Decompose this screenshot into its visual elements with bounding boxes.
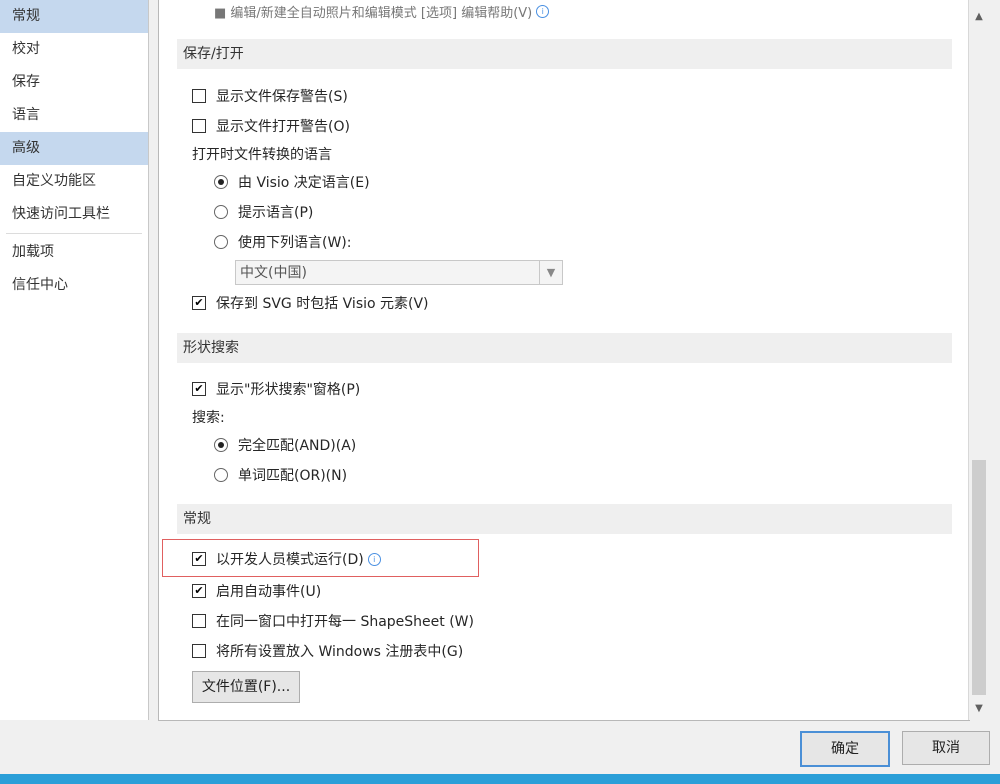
radio-use-language-label: 使用下列语言(W): — [238, 235, 352, 251]
radio-prompt-language-option[interactable]: 提示语言(P) — [214, 199, 313, 225]
auto-events-checkbox[interactable]: ✔ — [192, 584, 206, 598]
section-header-general: 常规 — [177, 504, 952, 534]
show-open-warning-option[interactable]: 显示文件打开警告(O) — [192, 113, 350, 139]
sidebar-item-customize-ribbon[interactable]: 自定义功能区 — [0, 165, 148, 198]
options-sidebar: 常规 校对 保存 语言 高级 自定义功能区 快速访问工具栏 加载项 信任中心 — [0, 0, 149, 720]
registry-label: 将所有设置放入 Windows 注册表中(G) — [216, 644, 464, 660]
registry-option[interactable]: 将所有设置放入 Windows 注册表中(G) — [192, 638, 463, 664]
show-open-warning-checkbox[interactable] — [192, 119, 206, 133]
file-conversion-language-label: 打开时文件转换的语言 — [192, 141, 332, 167]
shapesheet-window-label: 在同一窗口中打开每一 ShapeSheet (W) — [216, 614, 474, 630]
radio-match-all-option[interactable]: 完全匹配(AND)(A) — [214, 432, 356, 458]
scroll-down-icon[interactable]: ▼ — [969, 700, 989, 718]
show-save-warning-option[interactable]: 显示文件保存警告(S) — [192, 83, 348, 109]
file-conversion-language-text: 打开时文件转换的语言 — [192, 147, 332, 163]
info-icon: i — [536, 4, 550, 18]
show-search-pane-option[interactable]: ✔ 显示"形状搜索"窗格(P) — [192, 376, 360, 402]
info-icon: i — [367, 552, 381, 566]
partial-top-option: ■ 编辑/新建全自动照片和编辑模式 [选项] 编辑帮助(V) i — [214, 0, 550, 24]
radio-use-language[interactable] — [214, 235, 228, 249]
sidebar-item-save[interactable]: 保存 — [0, 66, 148, 99]
radio-prompt-language[interactable] — [214, 205, 228, 219]
search-mode-text: 搜索: — [192, 410, 225, 426]
developer-mode-option[interactable]: ✔ 以开发人员模式运行(D) i — [192, 546, 381, 572]
ok-button[interactable]: 确定 — [800, 731, 890, 767]
radio-match-any-option[interactable]: 单词匹配(OR)(N) — [214, 462, 347, 488]
sidebar-item-trust-center[interactable]: 信任中心 — [0, 269, 148, 302]
radio-match-any-label: 单词匹配(OR)(N) — [238, 468, 348, 484]
radio-visio-decides[interactable] — [214, 175, 228, 189]
auto-events-label: 启用自动事件(U) — [216, 584, 322, 600]
svg-include-option[interactable]: ✔ 保存到 SVG 时包括 Visio 元素(V) — [192, 290, 429, 316]
file-location-button[interactable]: 文件位置(F)... — [192, 671, 300, 703]
sidebar-item-addins[interactable]: 加载项 — [0, 236, 148, 269]
language-select[interactable]: 中文(中国) ▼ — [235, 260, 563, 285]
radio-visio-decides-option[interactable]: 由 Visio 决定语言(E) — [214, 169, 370, 195]
sidebar-item-quick-access-toolbar[interactable]: 快速访问工具栏 — [0, 198, 148, 231]
sidebar-item-advanced[interactable]: 高级 — [0, 132, 148, 165]
sidebar-divider — [6, 233, 142, 234]
scrollbar-thumb[interactable] — [972, 460, 986, 695]
partial-top-label: ■ 编辑/新建全自动照片和编辑模式 [选项] 编辑帮助(V) — [214, 5, 533, 21]
sidebar-item-proofing[interactable]: 校对 — [0, 33, 148, 66]
radio-match-any[interactable] — [214, 468, 228, 482]
svg-include-label: 保存到 SVG 时包括 Visio 元素(V) — [216, 296, 429, 312]
show-search-pane-label: 显示"形状搜索"窗格(P) — [216, 382, 361, 398]
taskbar-strip — [0, 774, 1000, 784]
show-save-warning-checkbox[interactable] — [192, 89, 206, 103]
show-save-warning-label: 显示文件保存警告(S) — [216, 89, 348, 105]
show-search-pane-checkbox[interactable]: ✔ — [192, 382, 206, 396]
scroll-up-icon[interactable]: ▲ — [969, 8, 989, 26]
show-open-warning-label: 显示文件打开警告(O) — [216, 119, 350, 135]
radio-prompt-language-label: 提示语言(P) — [238, 205, 314, 221]
language-select-value: 中文(中国) — [240, 265, 307, 281]
section-header-shape-search: 形状搜索 — [177, 333, 952, 363]
auto-events-option[interactable]: ✔ 启用自动事件(U) — [192, 578, 321, 604]
sidebar-item-language[interactable]: 语言 — [0, 99, 148, 132]
radio-match-all[interactable] — [214, 438, 228, 452]
sidebar-item-general[interactable]: 常规 — [0, 0, 148, 33]
radio-visio-decides-label: 由 Visio 决定语言(E) — [238, 175, 370, 191]
search-mode-label: 搜索: — [192, 404, 225, 430]
registry-checkbox[interactable] — [192, 644, 206, 658]
svg-include-checkbox[interactable]: ✔ — [192, 296, 206, 310]
advanced-options-panel: ■ 编辑/新建全自动照片和编辑模式 [选项] 编辑帮助(V) i 保存/打开 显… — [158, 0, 970, 721]
cancel-button[interactable]: 取消 — [902, 731, 990, 765]
shapesheet-window-option[interactable]: 在同一窗口中打开每一 ShapeSheet (W) — [192, 608, 474, 634]
section-header-save-open: 保存/打开 — [177, 39, 952, 69]
content-scrollbar[interactable]: ▲ ▼ — [968, 0, 989, 720]
radio-use-language-option[interactable]: 使用下列语言(W): — [214, 229, 351, 255]
radio-match-all-label: 完全匹配(AND)(A) — [238, 438, 357, 454]
shapesheet-window-checkbox[interactable] — [192, 614, 206, 628]
developer-mode-checkbox[interactable]: ✔ — [192, 552, 206, 566]
developer-mode-label: 以开发人员模式运行(D) — [216, 552, 364, 568]
chevron-down-icon[interactable]: ▼ — [539, 261, 562, 284]
